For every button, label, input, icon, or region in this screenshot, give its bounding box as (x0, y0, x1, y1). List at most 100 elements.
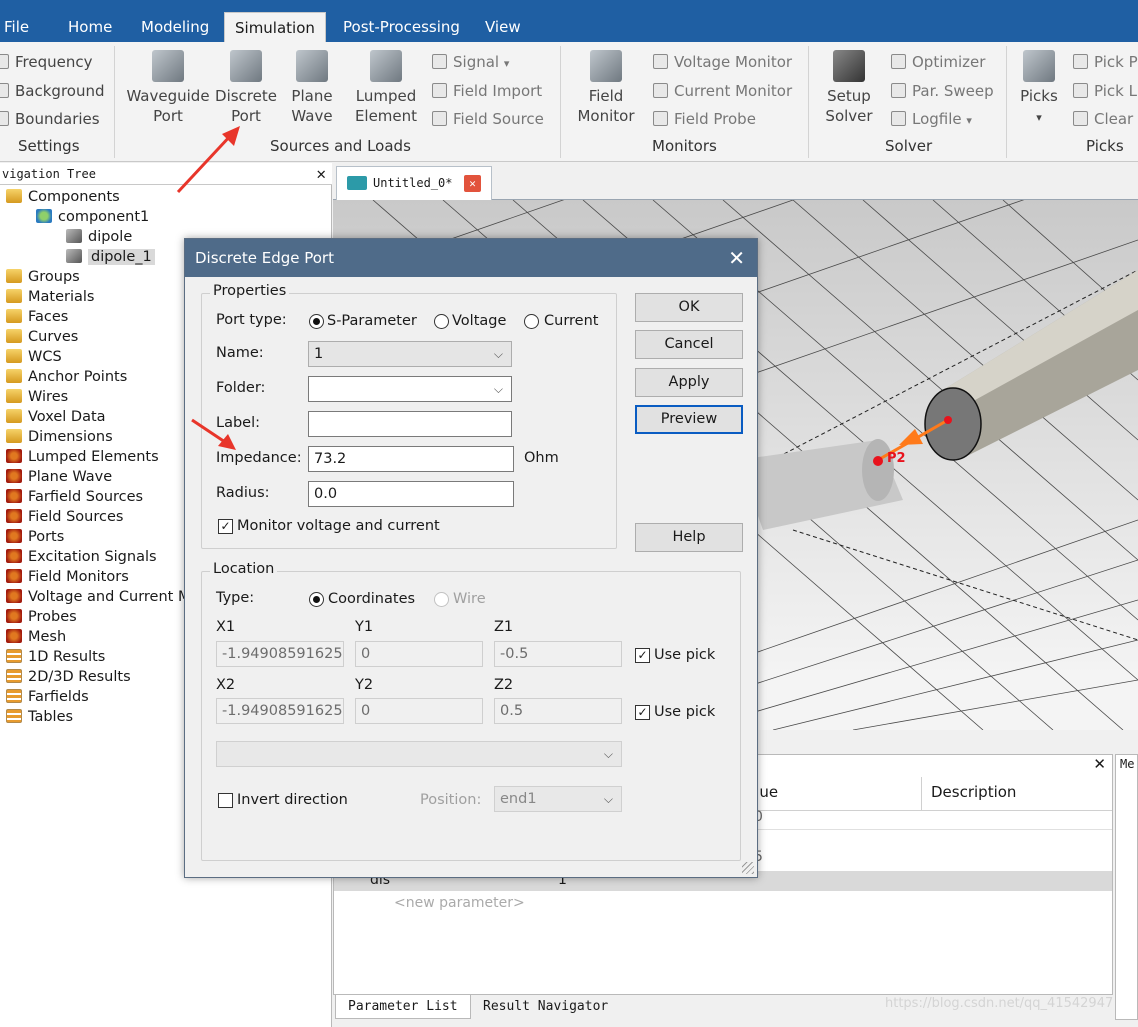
field-probe-button[interactable]: Field Probe (653, 107, 756, 131)
tree-item[interactable]: 1D Results (6, 647, 105, 667)
tree-item[interactable]: Groups (6, 267, 80, 287)
menu-tab-post-processing[interactable]: Post-Processing (333, 12, 470, 42)
y2-input[interactable]: 0 (355, 698, 483, 724)
apply-button[interactable]: Apply (635, 368, 743, 397)
tree-item[interactable]: WCS (6, 347, 62, 367)
picks-button[interactable]: Picks ▾ (1016, 50, 1062, 128)
menu-tab-file[interactable]: File (0, 12, 39, 42)
name-dropdown[interactable]: 1 ⌵ (308, 341, 512, 367)
frequency-button[interactable]: Frequency (0, 50, 93, 74)
use-pick-2-label[interactable]: Use pick (654, 704, 715, 720)
radio-s-parameter-label[interactable]: S-Parameter (327, 313, 417, 329)
tree-item[interactable]: 2D/3D Results (6, 667, 131, 687)
tree-item[interactable]: Dimensions (6, 427, 113, 447)
menu-tab-modeling[interactable]: Modeling (131, 12, 219, 42)
par-sweep-button[interactable]: Par. Sweep (891, 79, 994, 103)
close-icon[interactable]: ✕ (464, 175, 481, 192)
plane-wave-button[interactable]: Plane Wave (284, 50, 340, 126)
tree-item[interactable]: Voxel Data (6, 407, 106, 427)
invert-direction-label[interactable]: Invert direction (237, 792, 348, 808)
setup-solver-button[interactable]: Setup Solver (820, 50, 878, 126)
preview-button[interactable]: Preview (635, 405, 743, 434)
tree-item[interactable]: Farfield Sources (6, 487, 143, 507)
tree-item[interactable]: Faces (6, 307, 68, 327)
voltage-monitor-button[interactable]: Voltage Monitor (653, 50, 792, 74)
monitor-voltage-current-label[interactable]: Monitor voltage and current (237, 518, 440, 534)
tree-item[interactable]: Ports (6, 527, 64, 547)
tree-item[interactable]: Mesh (6, 627, 66, 647)
tree-item[interactable]: Curves (6, 327, 78, 347)
pick-point-button[interactable]: Pick P (1073, 50, 1138, 74)
tab-result-navigator[interactable]: Result Navigator (471, 995, 620, 1019)
tree-item[interactable]: Lumped Elements (6, 447, 159, 467)
tree-item[interactable]: dipole (66, 227, 132, 247)
label-input[interactable] (308, 411, 512, 437)
column-header-description[interactable]: Description (931, 783, 1016, 801)
menu-tab-home[interactable]: Home (58, 12, 122, 42)
radio-voltage-label[interactable]: Voltage (452, 313, 506, 329)
current-monitor-button[interactable]: Current Monitor (653, 79, 792, 103)
tree-item[interactable]: Probes (6, 607, 77, 627)
position-dropdown[interactable]: end1 ⌵ (494, 786, 622, 812)
boundaries-button[interactable]: Boundaries (0, 107, 100, 131)
tree-item[interactable]: Wires (6, 387, 68, 407)
tab-parameter-list[interactable]: Parameter List (335, 995, 471, 1019)
z1-input[interactable]: -0.5 (494, 641, 622, 667)
impedance-input[interactable]: 73.2 (308, 446, 514, 472)
y1-input[interactable]: 0 (355, 641, 483, 667)
radius-input[interactable]: 0.0 (308, 481, 514, 507)
discrete-port-button[interactable]: Discrete Port (214, 50, 278, 126)
tree-item[interactable]: Voltage and Current M (6, 587, 190, 607)
tree-item[interactable]: Materials (6, 287, 94, 307)
menu-tab-simulation[interactable]: Simulation (224, 12, 326, 42)
tree-item[interactable]: dipole_1 (66, 247, 155, 267)
ok-button[interactable]: OK (635, 293, 743, 322)
close-icon[interactable]: ✕ (728, 239, 745, 277)
logfile-button[interactable]: Logfile ▾ (891, 107, 972, 131)
document-tab[interactable]: Untitled_0* ✕ (336, 166, 492, 200)
close-icon[interactable]: ✕ (316, 163, 326, 185)
radio-wire[interactable] (434, 592, 449, 607)
tree-item[interactable]: Excitation Signals (6, 547, 157, 567)
radio-s-parameter[interactable] (309, 314, 324, 329)
x2-input[interactable]: -1.949085916259 (216, 698, 344, 724)
tree-item[interactable]: Components (6, 187, 120, 207)
help-button[interactable]: Help (635, 523, 743, 552)
field-import-button[interactable]: Field Import (432, 79, 542, 103)
x1-input[interactable]: -1.949085916259 (216, 641, 344, 667)
radio-voltage[interactable] (434, 314, 449, 329)
pick-line-button[interactable]: Pick L (1073, 79, 1137, 103)
clear-picks-button[interactable]: Clear (1073, 107, 1133, 131)
tree-item[interactable]: Anchor Points (6, 367, 127, 387)
close-icon[interactable]: ✕ (1093, 755, 1106, 773)
cancel-button[interactable]: Cancel (635, 330, 743, 359)
radio-coordinates-label[interactable]: Coordinates (328, 591, 415, 607)
wire-dropdown[interactable]: ⌵ (216, 741, 622, 767)
new-parameter-row[interactable]: <new parameter> (394, 895, 525, 911)
monitor-voltage-current-checkbox[interactable]: ✓ (218, 519, 233, 534)
use-pick-2-checkbox[interactable]: ✓ (635, 705, 650, 720)
radio-current-label[interactable]: Current (544, 313, 598, 329)
tree-item[interactable]: component1 (36, 207, 149, 227)
tree-item[interactable]: Plane Wave (6, 467, 112, 487)
tree-item[interactable]: Tables (6, 707, 73, 727)
menu-tab-view[interactable]: View (475, 12, 531, 42)
background-button[interactable]: Background (0, 79, 105, 103)
signal-button[interactable]: Signal ▾ (432, 50, 509, 74)
resize-grip[interactable] (742, 862, 754, 874)
optimizer-button[interactable]: Optimizer (891, 50, 985, 74)
tree-item[interactable]: Field Monitors (6, 567, 129, 587)
tree-item[interactable]: Farfields (6, 687, 89, 707)
tree-item[interactable]: Field Sources (6, 507, 123, 527)
z2-input[interactable]: 0.5 (494, 698, 622, 724)
radio-wire-label[interactable]: Wire (453, 591, 486, 607)
use-pick-1-label[interactable]: Use pick (654, 647, 715, 663)
invert-direction-checkbox[interactable] (218, 793, 233, 808)
lumped-element-button[interactable]: Lumped Element (350, 50, 422, 126)
radio-coordinates[interactable] (309, 592, 324, 607)
waveguide-port-button[interactable]: Waveguide Port (126, 50, 210, 126)
dialog-title-bar[interactable]: Discrete Edge Port ✕ (185, 239, 757, 277)
radio-current[interactable] (524, 314, 539, 329)
use-pick-1-checkbox[interactable]: ✓ (635, 648, 650, 663)
folder-dropdown[interactable]: ⌵ (308, 376, 512, 402)
